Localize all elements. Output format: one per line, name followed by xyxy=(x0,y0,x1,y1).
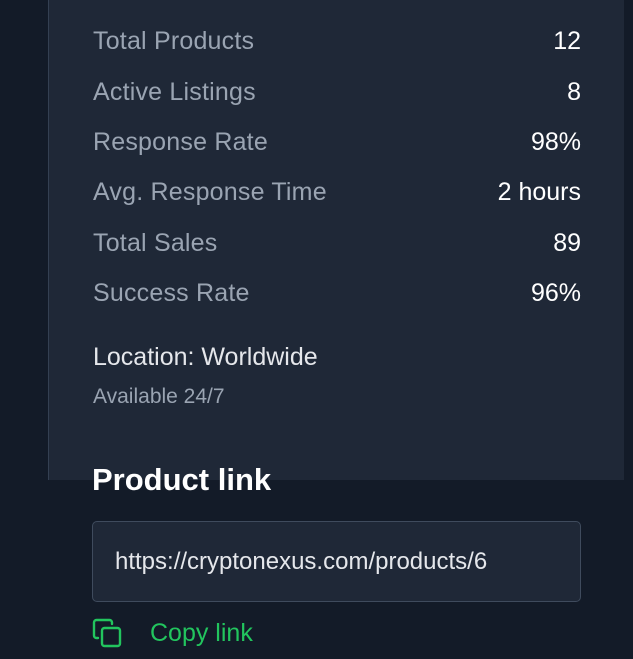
seller-availability: Available 24/7 xyxy=(93,385,225,408)
stat-row-avg-response-time: Avg. Response Time 2 hours xyxy=(93,177,581,207)
stat-value: 12 xyxy=(553,26,581,55)
stat-label: Response Rate xyxy=(93,127,268,156)
copy-link-label: Copy link xyxy=(150,618,253,647)
stat-label: Total Products xyxy=(93,26,255,55)
stat-row-total-sales: Total Sales 89 xyxy=(93,228,581,258)
stat-value: 8 xyxy=(567,77,581,106)
stat-row-success-rate: Success Rate 96% xyxy=(93,278,581,308)
stat-row-active-listings: Active Listings 8 xyxy=(93,77,581,107)
stat-label: Success Rate xyxy=(93,278,250,307)
product-link-title: Product link xyxy=(92,462,272,497)
page: Total Products 12 Active Listings 8 Resp… xyxy=(0,0,633,659)
stat-row-response-rate: Response Rate 98% xyxy=(93,127,581,157)
stat-label: Active Listings xyxy=(93,77,256,106)
stat-label: Avg. Response Time xyxy=(93,177,327,206)
stat-value: 98% xyxy=(530,127,581,156)
copy-link-button[interactable]: Copy link xyxy=(92,618,253,648)
stat-value: 2 hours xyxy=(497,177,581,206)
stat-row-total-products: Total Products 12 xyxy=(93,26,581,56)
seller-location: Location: Worldwide xyxy=(93,343,318,371)
copy-icon xyxy=(92,618,122,648)
product-link-field[interactable] xyxy=(92,521,581,602)
stat-value: 96% xyxy=(530,278,581,307)
stat-value: 89 xyxy=(553,228,581,257)
stat-label: Total Sales xyxy=(93,228,218,257)
seller-stats-card: Total Products 12 Active Listings 8 Resp… xyxy=(48,0,624,480)
